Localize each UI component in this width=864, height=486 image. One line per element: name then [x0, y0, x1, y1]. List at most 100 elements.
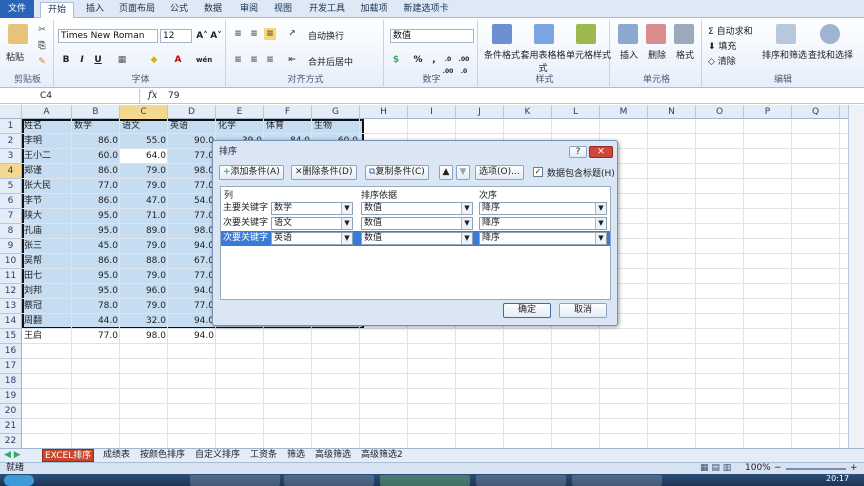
- score-cell[interactable]: 77.0: [72, 179, 120, 194]
- formula-input[interactable]: 79: [168, 89, 179, 103]
- column-header-j[interactable]: J: [456, 105, 504, 119]
- tab-review[interactable]: 审阅: [234, 2, 264, 18]
- row-header-22[interactable]: 22: [0, 434, 22, 448]
- column-header-l[interactable]: L: [552, 105, 600, 119]
- column-header-c[interactable]: C: [120, 105, 168, 119]
- tab-insert[interactable]: 插入: [80, 2, 110, 18]
- score-cell[interactable]: 88.0: [120, 254, 168, 269]
- align-right-icon[interactable]: ≡: [264, 54, 276, 66]
- align-left-icon[interactable]: ≡: [232, 54, 244, 66]
- select-all-corner[interactable]: [0, 105, 22, 119]
- fill-color-icon[interactable]: ◆: [148, 54, 160, 66]
- score-cell[interactable]: 79.0: [120, 299, 168, 314]
- name-cell[interactable]: 李明: [22, 134, 72, 149]
- row-header-16[interactable]: 16: [0, 344, 22, 359]
- sort-on-select[interactable]: 数值 ▼: [361, 202, 473, 215]
- order-select[interactable]: 降序 ▼: [479, 202, 607, 215]
- tab-page-layout[interactable]: 页面布局: [114, 2, 160, 18]
- clear-button[interactable]: ◇ 清除: [708, 54, 736, 67]
- score-cell[interactable]: 86.0: [72, 254, 120, 269]
- sheet-tab[interactable]: EXCEL排序: [42, 449, 95, 462]
- header-cell[interactable]: 生物: [312, 119, 360, 134]
- wrap-text-button[interactable]: 自动换行: [308, 29, 344, 42]
- header-cell[interactable]: 体育: [264, 119, 312, 134]
- name-cell[interactable]: 陕大: [22, 209, 72, 224]
- row-header-4[interactable]: 4: [0, 164, 22, 179]
- row-header-6[interactable]: 6: [0, 194, 22, 209]
- header-cell[interactable]: 数学: [72, 119, 120, 134]
- score-cell[interactable]: 95.0: [72, 224, 120, 239]
- italic-button[interactable]: I: [76, 54, 88, 66]
- sheet-tab[interactable]: 高级筛选: [313, 449, 353, 462]
- decrease-decimal-button[interactable]: .00 .0: [458, 54, 470, 75]
- score-cell[interactable]: 77.0: [168, 269, 216, 284]
- tab-view[interactable]: 视图: [268, 2, 298, 18]
- percent-button[interactable]: %: [412, 54, 424, 66]
- score-cell[interactable]: 94.0: [168, 314, 216, 329]
- zoom-slider[interactable]: [786, 468, 846, 470]
- row-header-2[interactable]: 2: [0, 134, 22, 149]
- column-header-n[interactable]: N: [648, 105, 696, 119]
- indent-icon[interactable]: ⇤: [286, 54, 298, 66]
- score-cell[interactable]: 86.0: [72, 194, 120, 209]
- zoom-level[interactable]: 100%: [745, 463, 771, 474]
- score-cell[interactable]: 95.0: [72, 284, 120, 299]
- name-cell[interactable]: 王小二: [22, 149, 72, 164]
- row-header-1[interactable]: 1: [0, 119, 22, 134]
- ok-button[interactable]: 确定: [503, 303, 551, 318]
- score-cell[interactable]: 78.0: [72, 299, 120, 314]
- score-cell[interactable]: 71.0: [120, 209, 168, 224]
- view-normal-icon[interactable]: ▦ ▤ ▥: [700, 463, 731, 474]
- sheet-nav-icon[interactable]: ◀ ▶: [2, 449, 23, 462]
- delete-cells-button[interactable]: 删除: [648, 48, 666, 61]
- name-cell[interactable]: 张三: [22, 239, 72, 254]
- move-down-button[interactable]: ▼: [456, 165, 470, 180]
- score-cell[interactable]: 96.0: [120, 284, 168, 299]
- column-header-g[interactable]: G: [312, 105, 360, 119]
- row-header-10[interactable]: 10: [0, 254, 22, 269]
- tab-developer[interactable]: 开发工具: [304, 2, 350, 18]
- score-cell[interactable]: 86.0: [72, 134, 120, 149]
- help-button[interactable]: ?: [569, 146, 587, 158]
- score-cell[interactable]: 77.0: [72, 329, 120, 344]
- name-box[interactable]: C4: [0, 89, 140, 104]
- grow-font-button[interactable]: A˄: [196, 30, 208, 42]
- format-cells-button[interactable]: 格式: [676, 48, 694, 61]
- score-cell[interactable]: 79.0: [120, 179, 168, 194]
- copy-icon[interactable]: ⎘: [36, 40, 48, 52]
- sheet-tab[interactable]: 工资条: [248, 449, 279, 462]
- column-header-d[interactable]: D: [168, 105, 216, 119]
- row-header-14[interactable]: 14: [0, 314, 22, 329]
- tab-data[interactable]: 数据: [198, 2, 228, 18]
- column-header-e[interactable]: E: [216, 105, 264, 119]
- column-header-a[interactable]: A: [22, 105, 72, 119]
- sort-level-row[interactable]: 次要关键字 语文 ▼ 数值 ▼ 降序 ▼: [221, 216, 610, 231]
- header-cell[interactable]: 姓名: [22, 119, 72, 134]
- sort-level-row[interactable]: 主要关键字 数学 ▼ 数值 ▼ 降序 ▼: [221, 201, 610, 216]
- sheet-tab[interactable]: 成绩表: [101, 449, 132, 462]
- cancel-button[interactable]: 取消: [559, 303, 607, 318]
- header-cell[interactable]: 化学: [216, 119, 264, 134]
- score-cell[interactable]: 45.0: [72, 239, 120, 254]
- score-cell[interactable]: 90.0: [168, 134, 216, 149]
- sort-level-row[interactable]: 次要关键字 英语 ▼ 数值 ▼ 降序 ▼: [221, 231, 610, 246]
- options-button[interactable]: 选项(O)...: [475, 165, 524, 180]
- column-header-f[interactable]: F: [264, 105, 312, 119]
- score-cell[interactable]: 55.0: [120, 134, 168, 149]
- delete-level-button[interactable]: ✕删除条件(D): [291, 165, 357, 180]
- phonetic-icon[interactable]: wén: [196, 54, 212, 66]
- align-middle-icon[interactable]: ≡: [248, 28, 260, 40]
- name-cell[interactable]: 李节: [22, 194, 72, 209]
- sheet-tab[interactable]: 按颜色排序: [138, 449, 187, 462]
- row-header-12[interactable]: 12: [0, 284, 22, 299]
- vertical-scrollbar[interactable]: [848, 105, 864, 448]
- copy-level-button[interactable]: ⧉复制条件(C): [365, 165, 429, 180]
- fx-icon[interactable]: fx: [148, 89, 157, 103]
- name-cell[interactable]: 孔庙: [22, 224, 72, 239]
- score-cell[interactable]: 95.0: [72, 269, 120, 284]
- order-select[interactable]: 降序 ▼: [479, 217, 607, 230]
- column-select[interactable]: 数学 ▼: [271, 202, 353, 215]
- sheet-tab[interactable]: 自定义排序: [193, 449, 242, 462]
- score-cell[interactable]: 79.0: [120, 164, 168, 179]
- underline-button[interactable]: U: [92, 54, 104, 66]
